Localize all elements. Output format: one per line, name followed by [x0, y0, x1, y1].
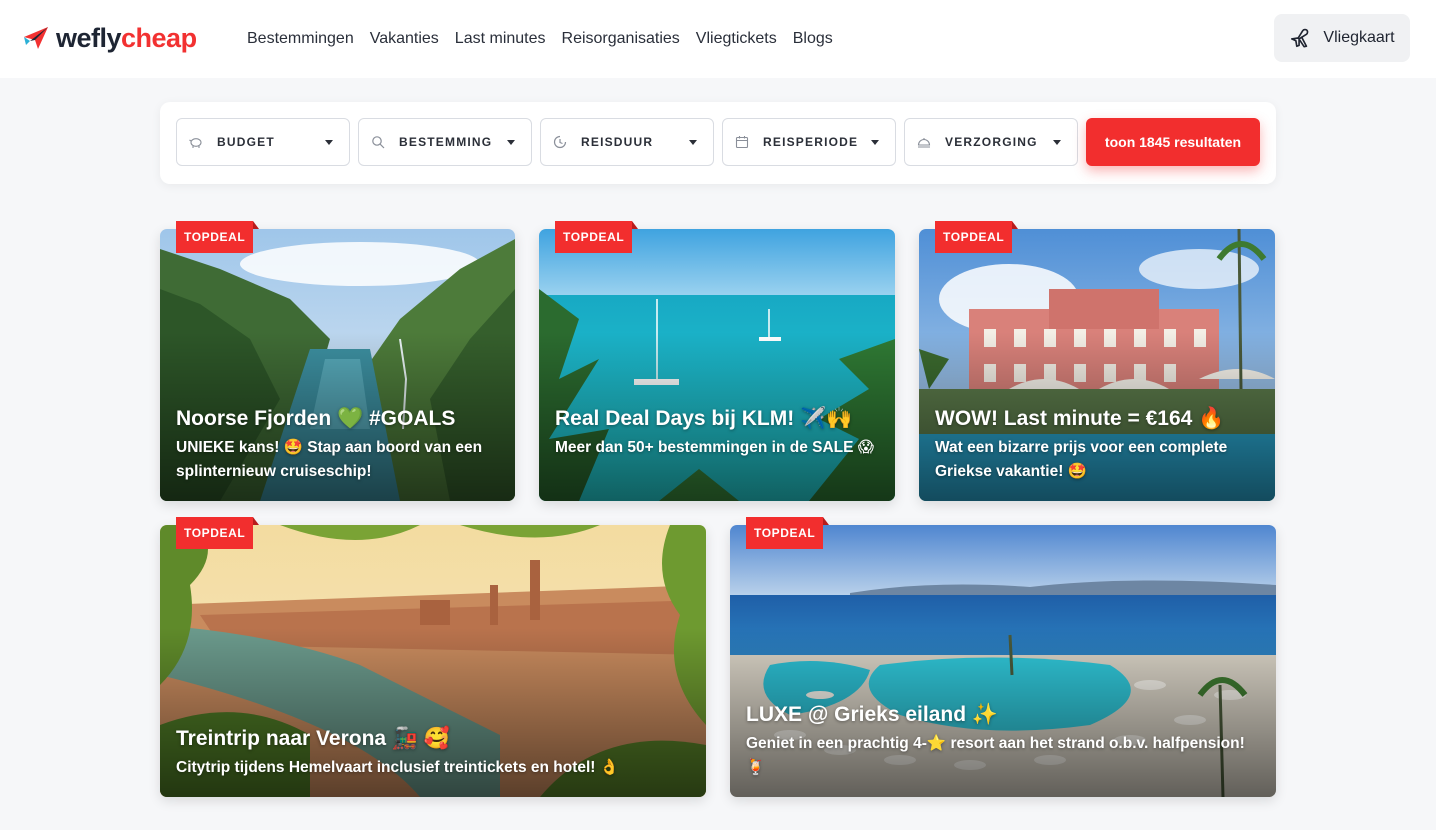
nav-bestemmingen[interactable]: Bestemmingen	[247, 28, 354, 50]
site-header: weflycheap Bestemmingen Vakanties Last m…	[0, 0, 1436, 78]
logo[interactable]: weflycheap	[22, 20, 197, 56]
chevron-down-icon	[689, 139, 697, 145]
topdeal-badge: TOPDEAL	[746, 517, 830, 549]
chevron-down-icon	[1053, 139, 1061, 145]
nav-blogs[interactable]: Blogs	[793, 28, 833, 50]
chevron-down-icon	[507, 139, 515, 145]
filter-reisperiode-label: REISPERIODE	[763, 135, 859, 149]
card-subtitle: Geniet in een prachtig 4-⭐ resort aan he…	[746, 735, 1245, 776]
card-subtitle: UNIEKE kans! 🤩 Stap aan boord van een sp…	[176, 439, 483, 480]
airplane-icon	[1291, 28, 1309, 48]
deal-card-klm[interactable]: TOPDEAL Real Deal Days bij KLM! ✈️🙌 Meer…	[539, 221, 895, 501]
card-subtitle: Citytrip tijdens Hemelvaart inclusief tr…	[176, 759, 620, 776]
topdeal-badge: TOPDEAL	[555, 221, 639, 253]
nav-vliegtickets[interactable]: Vliegtickets	[696, 28, 777, 50]
flight-ticket-label: Vliegkaart	[1323, 29, 1395, 46]
topdeal-badge: TOPDEAL	[935, 221, 1019, 253]
deal-card-grieks-eiland[interactable]: TOPDEAL LUXE @ Grieks eiland ✨ Geniet in…	[730, 517, 1276, 797]
card-title: Noorse Fjorden 💚 #GOALS	[176, 407, 456, 430]
flight-ticket-button[interactable]: Vliegkaart	[1274, 14, 1410, 62]
card-title: WOW! Last minute = €164 🔥	[935, 407, 1225, 430]
chevron-down-icon	[871, 139, 879, 145]
show-results-button[interactable]: toon 1845 resultaten	[1086, 118, 1260, 166]
deal-card-verona[interactable]: TOPDEAL Treintrip naar Verona 🚂 🥰 Citytr…	[160, 517, 706, 797]
food-icon	[917, 135, 931, 149]
filter-bestemming-label: BESTEMMING	[399, 135, 493, 149]
logo-plane-icon	[22, 25, 52, 51]
deal-card-noorse-fjorden[interactable]: TOPDEAL Noorse Fjorden 💚 #GOALS UNIEKE k…	[160, 221, 515, 501]
topdeal-badge: TOPDEAL	[176, 221, 260, 253]
card-subtitle: Wat een bizarre prijs voor een complete …	[935, 439, 1228, 480]
topdeal-badge: TOPDEAL	[176, 517, 260, 549]
logo-part1: wefly	[56, 23, 122, 53]
card-title: Treintrip naar Verona 🚂 🥰	[176, 727, 451, 750]
filter-bestemming[interactable]: BESTEMMING	[358, 118, 532, 166]
main-nav: Bestemmingen Vakanties Last minutes Reis…	[247, 28, 833, 50]
filter-reisduur[interactable]: REISDUUR	[540, 118, 714, 166]
clock-icon	[553, 135, 567, 149]
filter-reisduur-label: REISDUUR	[581, 135, 654, 149]
filter-verzorging[interactable]: VERZORGING	[904, 118, 1078, 166]
nav-vakanties[interactable]: Vakanties	[370, 28, 439, 50]
logo-text: weflycheap	[56, 20, 197, 56]
filter-reisperiode[interactable]: REISPERIODE	[722, 118, 896, 166]
filter-budget-label: BUDGET	[217, 135, 275, 149]
piggy-bank-icon	[189, 135, 203, 149]
chevron-down-icon	[325, 139, 333, 145]
search-filter-bar: BUDGET BESTEMMING REISDUUR REISPERIODE V…	[160, 102, 1276, 184]
card-subtitle: Meer dan 50+ bestemmingen in de SALE 😱	[555, 439, 874, 456]
nav-reisorganisaties[interactable]: Reisorganisaties	[562, 28, 680, 50]
calendar-icon	[735, 135, 749, 149]
logo-part2: cheap	[121, 23, 197, 53]
deal-card-last-minute[interactable]: TOPDEAL WOW! Last minute = €164 🔥 Wat ee…	[919, 221, 1275, 501]
filter-verzorging-label: VERZORGING	[945, 135, 1038, 149]
search-icon	[371, 135, 385, 149]
card-title: LUXE @ Grieks eiland ✨	[746, 703, 999, 726]
filter-budget[interactable]: BUDGET	[176, 118, 350, 166]
card-title: Real Deal Days bij KLM! ✈️🙌	[555, 407, 853, 430]
nav-last-minutes[interactable]: Last minutes	[455, 28, 546, 50]
